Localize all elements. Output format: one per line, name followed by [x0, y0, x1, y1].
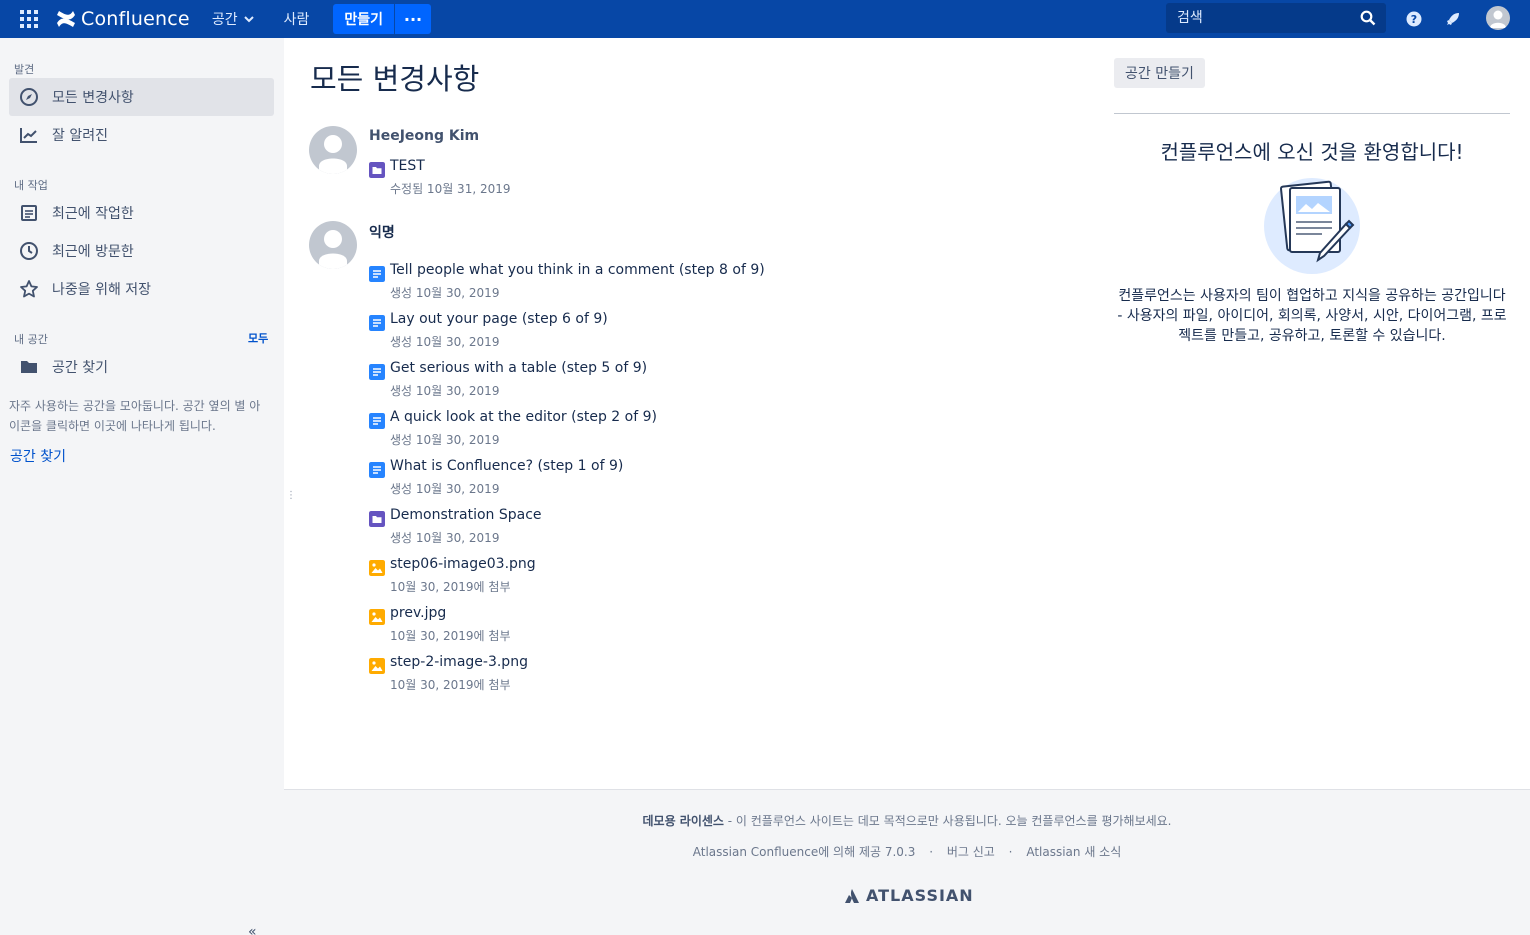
page-icon [369, 315, 385, 331]
sidebar-item-label: 나중을 위해 저장 [52, 282, 152, 298]
atlassian-news-link[interactable]: Atlassian 새 소식 [1026, 845, 1121, 859]
sidebar-item-saved-for-later[interactable]: 나중을 위해 저장 [9, 270, 274, 308]
entry-meta: 수정됨 10월 31, 2019 [390, 182, 511, 196]
clock-icon [18, 240, 40, 262]
entry-meta: 생성 10월 30, 2019 [390, 286, 500, 300]
entry-title-link[interactable]: Tell people what you think in a comment … [390, 262, 765, 278]
search-box[interactable] [1166, 3, 1386, 33]
sidebar-item-find-space[interactable]: 공간 찾기 [9, 348, 274, 386]
confluence-logo-icon [57, 11, 75, 27]
create-more-button[interactable]: ··· [394, 4, 431, 34]
sidebar-item-label: 최근에 작업한 [52, 206, 134, 222]
entry-meta: 10월 30, 2019에 첨부 [390, 678, 511, 692]
sidebar: 발견 모든 변경사항 잘 알려진 내 작업 최근에 작업한 최근에 방문한 나중… [0, 38, 284, 935]
nav-people-label: 사람 [283, 12, 310, 28]
confluence-logo[interactable]: Confluence [55, 8, 190, 30]
footer-separator: · [1008, 845, 1013, 859]
footer-separator: · [929, 845, 934, 859]
discover-heading: 발견 [14, 63, 35, 76]
document-pencil-illustration [1264, 178, 1360, 274]
search-icon[interactable] [1360, 10, 1376, 26]
avatar[interactable] [309, 221, 357, 269]
create-button[interactable]: 만들기 [333, 4, 394, 34]
my-spaces-heading: 내 공간 [14, 333, 48, 346]
entry-meta: 10월 30, 2019에 첨부 [390, 629, 511, 643]
space-icon [369, 511, 385, 527]
footer: 데모용 라이센스 - 이 컨플루언스 사이트는 데모 목적으로만 사용됩니다. … [284, 789, 1530, 935]
divider [1114, 113, 1510, 114]
collapse-sidebar-button[interactable]: « [248, 924, 257, 935]
entry-meta: 생성 10월 30, 2019 [390, 433, 500, 447]
entry-title-link[interactable]: step06-image03.png [390, 556, 536, 572]
help-icon[interactable]: ? [1404, 9, 1424, 29]
my-work-heading: 내 작업 [14, 179, 48, 192]
sidebar-item-label: 최근에 방문한 [52, 244, 134, 260]
entry-meta: 생성 10월 30, 2019 [390, 531, 500, 545]
entry-title-link[interactable]: Demonstration Space [390, 507, 542, 523]
compass-icon [18, 86, 40, 108]
sidebar-item-recently-visited[interactable]: 최근에 방문한 [9, 232, 274, 270]
report-bug-link[interactable]: 버그 신고 [947, 845, 995, 859]
image-icon [369, 658, 385, 674]
sidebar-item-popular[interactable]: 잘 알려진 [9, 116, 274, 154]
license-text: - 이 컨플루언스 사이트는 데모 목적으로만 사용됩니다. 오늘 컨플루언스를… [723, 814, 1172, 828]
page-title: 모든 변경사항 [310, 62, 480, 96]
entry-meta: 생성 10월 30, 2019 [390, 384, 500, 398]
entry-meta: 생성 10월 30, 2019 [390, 482, 500, 496]
nav-spaces-dropdown[interactable]: 공간 [212, 9, 254, 29]
welcome-title: 컨플루언스에 오신 것을 환영합니다! [1160, 140, 1464, 164]
entry-title-link[interactable]: step-2-image-3.png [390, 654, 528, 670]
nav-spaces-label: 공간 [211, 12, 238, 28]
atlassian-logo[interactable]: ATLASSIAN [844, 886, 974, 905]
sidebar-resize-handle[interactable]: ⋮ [286, 490, 296, 504]
starred-spaces-note: 자주 사용하는 공간을 모아둡니다. 공간 옆의 별 아이콘을 클릭하면 이곳에… [9, 399, 261, 433]
powered-by-link[interactable]: Atlassian Confluence에 의해 제공 7.0.3 [693, 845, 916, 859]
document-icon [18, 202, 40, 224]
create-space-button[interactable]: 공간 만들기 [1114, 58, 1205, 88]
entry-title-link[interactable]: TEST [390, 158, 425, 174]
entry-title-link[interactable]: prev.jpg [390, 605, 446, 621]
atlassian-logo-icon [845, 888, 859, 903]
space-icon [369, 162, 385, 178]
welcome-description: 컨플루언스는 사용자의 팀이 협업하고 지식을 공유하는 공간입니다 - 사용자… [1117, 288, 1507, 344]
license-notice: 데모용 라이센스 - 이 컨플루언스 사이트는 데모 목적으로만 사용됩니다. … [284, 812, 1530, 829]
sidebar-item-label: 공간 찾기 [52, 360, 108, 376]
app-switcher-icon[interactable] [15, 5, 43, 33]
footer-links: Atlassian Confluence에 의해 제공 7.0.3 · 버그 신… [284, 843, 1530, 860]
chevron-down-icon [243, 16, 254, 23]
update-author: 익명 [369, 225, 395, 241]
entry-title-link[interactable]: Lay out your page (step 6 of 9) [390, 311, 608, 327]
all-spaces-link[interactable]: 모두 [248, 330, 268, 346]
image-icon [369, 560, 385, 576]
user-avatar[interactable] [1486, 6, 1510, 30]
update-author[interactable]: HeeJeong Kim [369, 128, 479, 144]
search-input[interactable] [1177, 10, 1357, 26]
page-icon [369, 364, 385, 380]
atlassian-brand: ATLASSIAN [866, 886, 974, 905]
page-icon [369, 413, 385, 429]
entry-title-link[interactable]: Get serious with a table (step 5 of 9) [390, 360, 647, 376]
page-icon [369, 462, 385, 478]
sidebar-item-all-updates[interactable]: 모든 변경사항 [9, 78, 274, 116]
sidebar-item-label: 잘 알려진 [52, 128, 108, 144]
sidebar-item-recently-worked[interactable]: 최근에 작업한 [9, 194, 274, 232]
find-space-link[interactable]: 공간 찾기 [10, 446, 66, 466]
page-icon [369, 266, 385, 282]
avatar[interactable] [309, 126, 357, 174]
star-icon [18, 278, 40, 300]
trending-icon [18, 124, 40, 146]
entry-meta: 10월 30, 2019에 첨부 [390, 580, 511, 594]
sidebar-item-label: 모든 변경사항 [52, 90, 134, 106]
entry-title-link[interactable]: A quick look at the editor (step 2 of 9) [390, 409, 657, 425]
entry-meta: 생성 10월 30, 2019 [390, 335, 500, 349]
notifications-rocket-icon[interactable] [1443, 9, 1463, 29]
app-name: Confluence [81, 8, 190, 30]
top-navigation-bar: Confluence 공간 사람 만들기 ··· ? [0, 0, 1530, 38]
image-icon [369, 609, 385, 625]
entry-title-link[interactable]: What is Confluence? (step 1 of 9) [390, 458, 623, 474]
nav-people[interactable]: 사람 [284, 9, 310, 29]
license-label: 데모용 라이센스 [642, 814, 724, 828]
folder-icon [18, 356, 40, 378]
svg-text:?: ? [1411, 13, 1417, 26]
